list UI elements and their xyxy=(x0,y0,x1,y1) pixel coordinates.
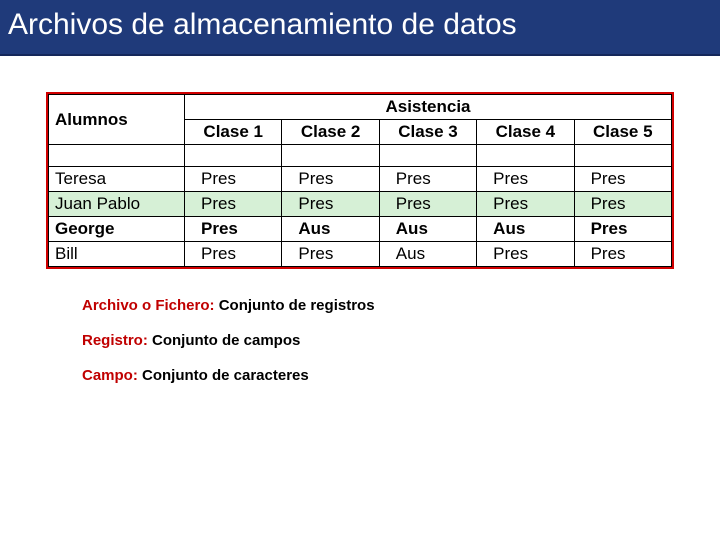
col-clase-3: Clase 3 xyxy=(379,120,476,145)
table-row: BillPresPresAusPresPres xyxy=(49,242,672,267)
attendance-cell: Aus xyxy=(477,217,574,242)
attendance-cell: Aus xyxy=(282,217,379,242)
blank-row xyxy=(49,145,672,167)
attendance-cell: Pres xyxy=(477,167,574,192)
definition-line: Campo: Conjunto de caracteres xyxy=(82,367,674,384)
header-row-1: Alumnos Asistencia xyxy=(49,95,672,120)
col-alumnos: Alumnos xyxy=(49,95,185,145)
row-name: Juan Pablo xyxy=(49,192,185,217)
table-head: Alumnos Asistencia Clase 1 Clase 2 Clase… xyxy=(49,95,672,145)
definition-term: Campo: xyxy=(82,367,138,384)
attendance-cell: Pres xyxy=(185,217,282,242)
definition-line: Archivo o Fichero: Conjunto de registros xyxy=(82,297,674,314)
col-clase-5: Clase 5 xyxy=(574,120,671,145)
attendance-cell: Pres xyxy=(185,242,282,267)
content-area: Alumnos Asistencia Clase 1 Clase 2 Clase… xyxy=(0,56,720,384)
attendance-cell: Pres xyxy=(282,167,379,192)
attendance-cell: Pres xyxy=(574,192,671,217)
definition-term: Archivo o Fichero: xyxy=(82,297,215,314)
attendance-cell: Pres xyxy=(185,192,282,217)
col-clase-1: Clase 1 xyxy=(185,120,282,145)
col-clase-2: Clase 2 xyxy=(282,120,379,145)
attendance-cell: Pres xyxy=(574,217,671,242)
row-name: Teresa xyxy=(49,167,185,192)
attendance-cell: Aus xyxy=(379,217,476,242)
attendance-table: Alumnos Asistencia Clase 1 Clase 2 Clase… xyxy=(48,94,672,267)
attendance-cell: Pres xyxy=(185,167,282,192)
attendance-table-wrap: Alumnos Asistencia Clase 1 Clase 2 Clase… xyxy=(46,92,674,269)
attendance-cell: Pres xyxy=(282,242,379,267)
row-name: George xyxy=(49,217,185,242)
definition-desc: Conjunto de campos xyxy=(148,332,301,349)
attendance-cell: Aus xyxy=(379,242,476,267)
col-asistencia: Asistencia xyxy=(185,95,672,120)
table-row: Juan PabloPresPresPresPresPres xyxy=(49,192,672,217)
col-clase-4: Clase 4 xyxy=(477,120,574,145)
attendance-cell: Pres xyxy=(379,167,476,192)
title-bar: Archivos de almacenamiento de datos xyxy=(0,0,720,56)
definition-desc: Conjunto de registros xyxy=(215,297,375,314)
attendance-cell: Pres xyxy=(574,167,671,192)
definitions-block: Archivo o Fichero: Conjunto de registros… xyxy=(82,297,674,384)
definition-desc: Conjunto de caracteres xyxy=(138,367,309,384)
definition-line: Registro: Conjunto de campos xyxy=(82,332,674,349)
attendance-cell: Pres xyxy=(477,242,574,267)
attendance-cell: Pres xyxy=(379,192,476,217)
page-title: Archivos de almacenamiento de datos xyxy=(8,8,517,41)
attendance-cell: Pres xyxy=(574,242,671,267)
definition-term: Registro: xyxy=(82,332,148,349)
attendance-cell: Pres xyxy=(477,192,574,217)
attendance-cell: Pres xyxy=(282,192,379,217)
table-body: TeresaPresPresPresPresPresJuan PabloPres… xyxy=(49,145,672,267)
row-name: Bill xyxy=(49,242,185,267)
table-row: TeresaPresPresPresPresPres xyxy=(49,167,672,192)
table-row: GeorgePresAusAusAusPres xyxy=(49,217,672,242)
